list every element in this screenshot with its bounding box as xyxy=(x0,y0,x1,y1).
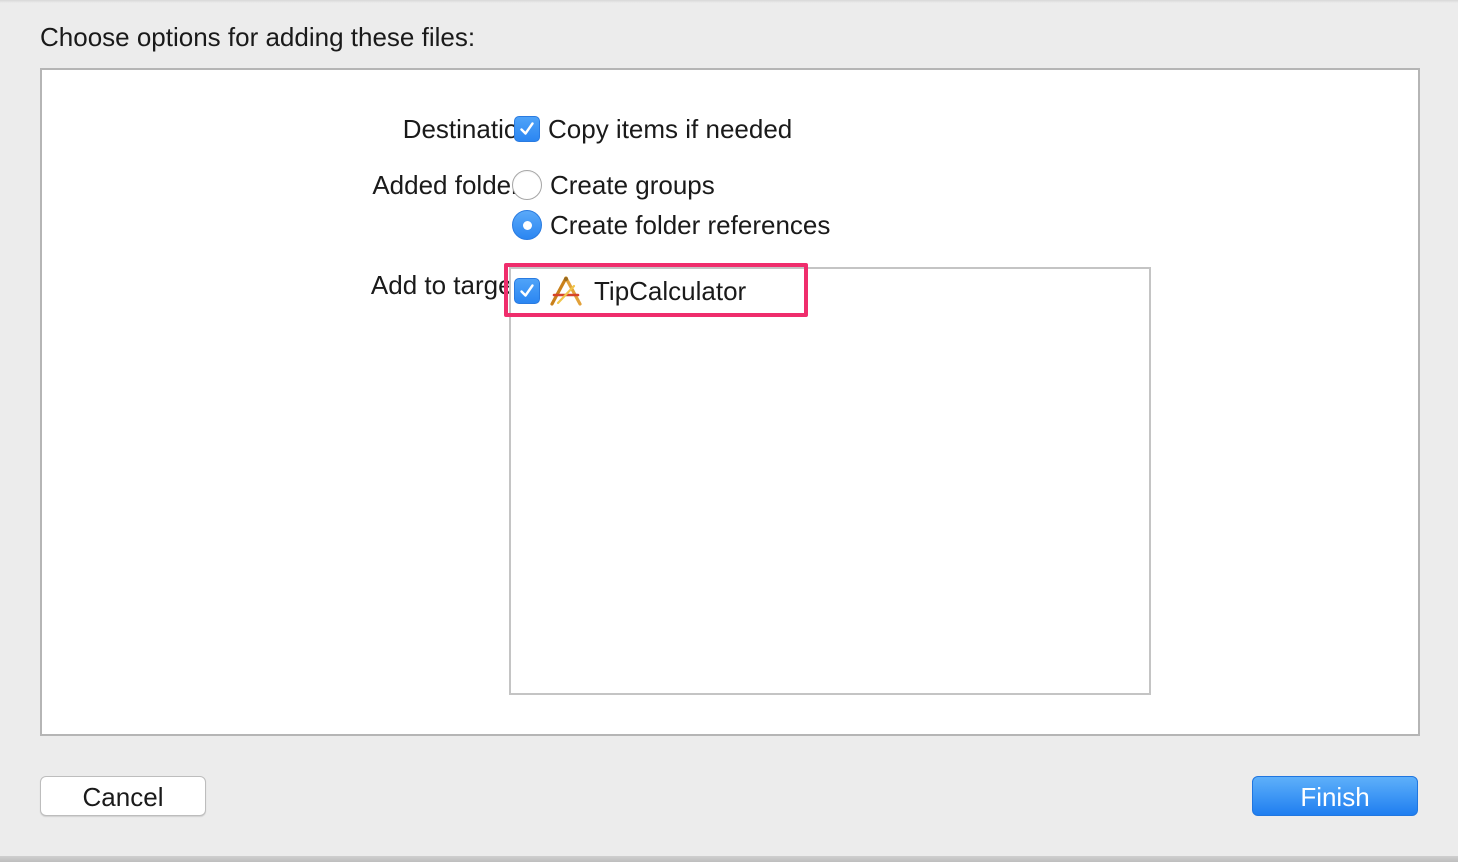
target-row-tipcalculator[interactable]: TipCalculator xyxy=(514,274,746,308)
options-panel: Destination: Copy items if needed Added … xyxy=(40,68,1420,736)
create-folder-references-radio[interactable] xyxy=(512,210,542,240)
checkmark-icon xyxy=(520,122,534,135)
added-folders-label: Added folders: xyxy=(372,170,540,200)
targets-list[interactable] xyxy=(509,267,1151,695)
target-checkbox[interactable] xyxy=(514,278,540,304)
copy-items-label: Copy items if needed xyxy=(548,114,793,144)
finish-button[interactable]: Finish xyxy=(1252,776,1418,816)
window-top-edge xyxy=(0,0,1458,3)
window-bottom-edge xyxy=(0,856,1458,862)
create-folder-references-label: Create folder references xyxy=(550,210,831,240)
radio-selected-dot xyxy=(522,220,532,230)
create-folder-references-option[interactable]: Create folder references xyxy=(512,208,830,242)
destination-label: Destination: xyxy=(402,114,540,144)
add-to-targets-label: Add to targets: xyxy=(370,270,540,300)
create-groups-radio[interactable] xyxy=(512,170,542,200)
dialog-header: Choose options for adding these files: xyxy=(40,22,476,52)
xcode-app-icon xyxy=(550,276,582,306)
copy-items-checkbox[interactable] xyxy=(514,116,540,142)
create-groups-label: Create groups xyxy=(550,170,715,200)
copy-items-option[interactable]: Copy items if needed xyxy=(514,112,792,146)
cancel-button[interactable]: Cancel xyxy=(40,776,206,816)
checkmark-icon xyxy=(520,284,534,297)
create-groups-option[interactable]: Create groups xyxy=(512,168,715,202)
target-name: TipCalculator xyxy=(594,276,747,306)
